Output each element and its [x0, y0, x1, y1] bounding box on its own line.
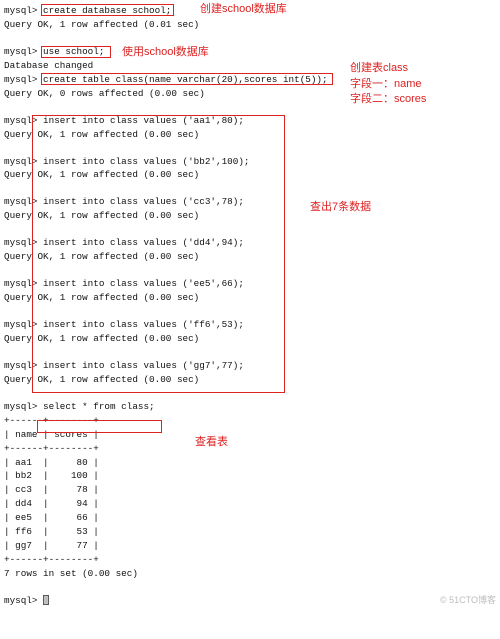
terminal-line: Query OK, 1 row affected (0.00 sec): [4, 168, 496, 182]
terminal-line: mysql> create table class(name varchar(2…: [4, 73, 496, 87]
terminal-line: mysql> insert into class values ('cc3',7…: [4, 195, 496, 209]
annotation-field-scores: 字段二：scores: [350, 92, 426, 107]
terminal-line: | ee5 | 66 |: [4, 511, 496, 525]
terminal-line: +------+--------+: [4, 414, 496, 428]
terminal-line: mysql> insert into class values ('aa1',8…: [4, 114, 496, 128]
terminal-line: mysql> use school;: [4, 45, 496, 59]
terminal-line: Database changed: [4, 59, 496, 73]
terminal-line: | aa1 | 80 |: [4, 456, 496, 470]
terminal-line: 7 rows in set (0.00 sec): [4, 567, 496, 581]
annotation-use-db: 使用school数据库: [122, 45, 209, 60]
terminal-line: mysql> insert into class values ('gg7',7…: [4, 359, 496, 373]
terminal-line: | name | scores |: [4, 428, 496, 442]
terminal-line: | dd4 | 94 |: [4, 497, 496, 511]
terminal-line: +------+--------+: [4, 553, 496, 567]
terminal-line: mysql> insert into class values ('bb2',1…: [4, 155, 496, 169]
annotation-insert-rows: 查出7条数据: [310, 200, 371, 215]
terminal-line: | gg7 | 77 |: [4, 539, 496, 553]
terminal-line: mysql> insert into class values ('ff6',5…: [4, 318, 496, 332]
terminal-line: Query OK, 1 row affected (0.00 sec): [4, 332, 496, 346]
terminal-prompt[interactable]: mysql>: [4, 594, 496, 608]
terminal-line: mysql> select * from class;: [4, 400, 496, 414]
terminal-line: | cc3 | 78 |: [4, 483, 496, 497]
annotation-field-name: 字段一：name: [350, 77, 422, 92]
terminal-line: | bb2 | 100 |: [4, 469, 496, 483]
cursor: [43, 595, 49, 605]
terminal-line: | ff6 | 53 |: [4, 525, 496, 539]
terminal-line: +------+--------+: [4, 442, 496, 456]
annotation-select: 查看表: [195, 435, 228, 450]
terminal-line: Query OK, 1 row affected (0.00 sec): [4, 209, 496, 223]
terminal-line: Query OK, 1 row affected (0.00 sec): [4, 373, 496, 387]
annotation-create-tbl: 创建表class: [350, 61, 408, 76]
terminal-line: Query OK, 1 row affected (0.01 sec): [4, 18, 496, 32]
terminal-line: mysql> insert into class values ('ee5',6…: [4, 277, 496, 291]
terminal-line: Query OK, 1 row affected (0.00 sec): [4, 250, 496, 264]
annotation-create-db: 创建school数据库: [200, 2, 287, 17]
watermark: © 51CTO博客: [440, 594, 496, 608]
terminal-line: Query OK, 1 row affected (0.00 sec): [4, 128, 496, 142]
terminal-line: mysql> insert into class values ('dd4',9…: [4, 236, 496, 250]
terminal-line: Query OK, 1 row affected (0.00 sec): [4, 291, 496, 305]
